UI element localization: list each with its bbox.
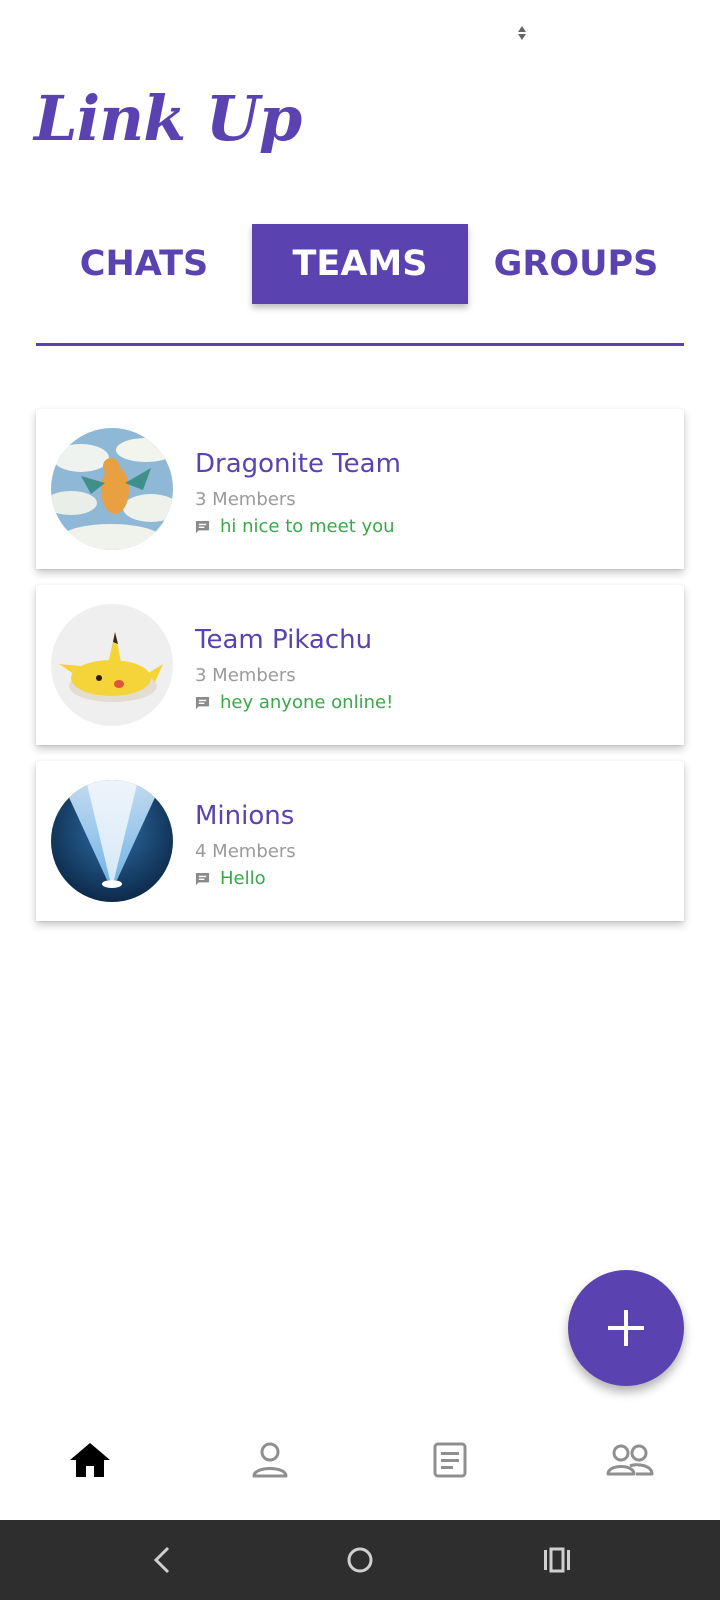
message-icon [195, 696, 210, 710]
team-card-pikachu[interactable]: Team Pikachu 3 Members hey anyone online… [36, 585, 684, 745]
system-recent-button[interactable] [535, 1538, 579, 1582]
tab-teams[interactable]: TEAMS [252, 224, 468, 304]
people-icon [606, 1444, 654, 1476]
document-icon [433, 1442, 467, 1478]
dragonite-avatar [51, 428, 173, 550]
system-navigation-bar [0, 1520, 720, 1600]
pikachu-avatar [51, 604, 173, 726]
nav-people[interactable] [600, 1425, 660, 1495]
last-message: Hello [220, 867, 266, 889]
team-card-minions[interactable]: Minions 4 Members Hello [36, 761, 684, 921]
bottom-navigation [0, 1425, 720, 1495]
system-back-button[interactable] [140, 1538, 184, 1582]
nav-home[interactable] [60, 1425, 120, 1495]
app-title: Link Up [34, 82, 302, 155]
member-count: 4 Members [195, 841, 296, 862]
message-icon [195, 520, 210, 534]
app-screen: Link Up CHATS TEAMS GROUPS Dragonite Tea… [0, 0, 720, 1600]
member-count: 3 Members [195, 489, 296, 510]
sort-arrows-icon [518, 26, 526, 40]
team-name: Team Pikachu [195, 625, 373, 655]
plus-icon [608, 1310, 644, 1346]
member-count: 3 Members [195, 665, 296, 686]
last-message-row: hey anyone online! [195, 690, 393, 714]
last-message-row: hi nice to meet you [195, 514, 395, 538]
spotlight-avatar [51, 780, 173, 902]
profile-icon [252, 1442, 288, 1478]
home-circle-icon [347, 1547, 373, 1573]
tab-chats[interactable]: CHATS [36, 224, 252, 304]
team-name: Dragonite Team [195, 449, 401, 479]
last-message: hi nice to meet you [220, 515, 395, 537]
team-card-dragonite[interactable]: Dragonite Team 3 Members hi nice to meet… [36, 409, 684, 569]
tab-groups[interactable]: GROUPS [468, 224, 684, 304]
team-name: Minions [195, 801, 295, 831]
nav-notes[interactable] [420, 1425, 480, 1495]
back-icon [153, 1546, 170, 1574]
nav-profile[interactable] [240, 1425, 300, 1495]
recent-apps-icon [544, 1547, 570, 1573]
add-team-button[interactable] [568, 1270, 684, 1386]
last-message: hey anyone online! [220, 691, 394, 713]
tab-indicator-line [36, 343, 684, 346]
last-message-row: Hello [195, 866, 266, 890]
system-home-button[interactable] [338, 1538, 382, 1582]
message-icon [195, 872, 210, 886]
home-icon [70, 1443, 110, 1477]
